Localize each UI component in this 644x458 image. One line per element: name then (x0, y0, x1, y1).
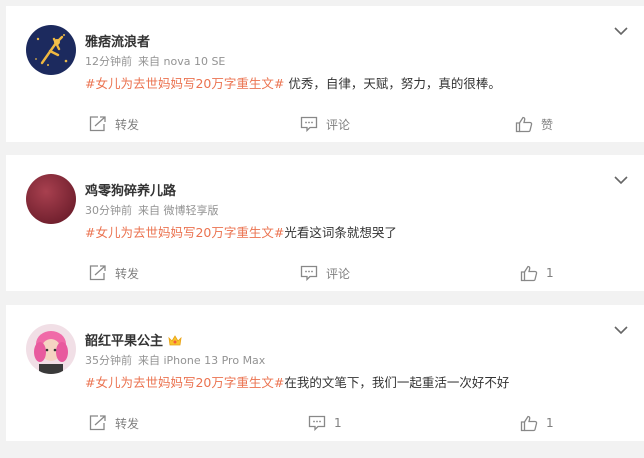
comment-card: 鸡零狗碎养儿路 30分钟前 来自 微博轻享版 #女儿为去世妈妈写20万字重生文#光… (6, 155, 644, 291)
username-text: 韶红平果公主 (85, 334, 164, 349)
avatar[interactable] (26, 25, 76, 75)
post-source: 来自 nova 10 SE (138, 55, 226, 68)
chevron-down-icon[interactable] (614, 170, 628, 185)
like-icon (520, 265, 546, 282)
share-label: 转发 (115, 266, 140, 281)
like-count: 1 (546, 266, 554, 280)
hashtag-link[interactable]: #女儿为去世妈妈写20万字重生文# (85, 225, 284, 240)
comment-body: 优秀，自律，天赋，努力，真的很棒。 (284, 76, 501, 91)
hashtag-link[interactable]: #女儿为去世妈妈写20万字重生文# (85, 375, 284, 390)
like-button[interactable]: 1 (520, 263, 554, 283)
comment-text: #女儿为去世妈妈写20万字重生文#在我的文笔下，我们一起重活一次好不好 (85, 372, 509, 391)
share-icon (89, 265, 115, 281)
share-icon (89, 116, 115, 132)
post-meta: 12分钟前 来自 nova 10 SE (85, 53, 225, 69)
comment-body: 光看这词条就想哭了 (284, 225, 397, 240)
like-count: 1 (546, 416, 554, 430)
like-button[interactable]: 1 (520, 413, 554, 433)
post-meta: 35分钟前 来自 iPhone 13 Pro Max (85, 352, 265, 368)
comment-text: #女儿为去世妈妈写20万字重生文# 优秀，自律，天赋，努力，真的很棒。 (85, 73, 501, 92)
comment-card: 雅痞流浪者 12分钟前 来自 nova 10 SE #女儿为去世妈妈写20万字重生… (6, 6, 644, 142)
comment-button[interactable]: 评论 (300, 263, 350, 283)
username[interactable]: 雅痞流浪者 (85, 31, 150, 50)
username[interactable]: 韶红平果公主 (85, 330, 182, 351)
comment-label: 评论 (326, 117, 351, 132)
comment-card: 韶红平果公主 35分钟前 来自 iPhone 13 Pro Max #女儿为去世妈… (6, 305, 644, 441)
post-time: 35分钟前 (85, 354, 132, 367)
share-label: 转发 (115, 416, 140, 431)
action-bar: 转发 评论 1 (6, 263, 644, 283)
avatar[interactable] (26, 174, 76, 224)
share-button[interactable]: 转发 (89, 413, 139, 433)
chevron-down-icon[interactable] (614, 320, 628, 335)
comment-text: #女儿为去世妈妈写20万字重生文#光看这词条就想哭了 (85, 222, 397, 241)
chevron-down-icon[interactable] (614, 21, 628, 36)
action-bar: 转发 评论 赞 (6, 114, 644, 134)
like-button[interactable]: 赞 (515, 114, 553, 134)
comment-button[interactable]: 评论 (300, 114, 350, 134)
username[interactable]: 鸡零狗碎养儿路 (85, 180, 176, 199)
comment-label: 评论 (326, 266, 351, 281)
share-button[interactable]: 转发 (89, 263, 139, 283)
comment-button[interactable]: 1 (308, 413, 342, 433)
share-icon (89, 415, 115, 431)
comment-count: 1 (334, 416, 342, 430)
post-time: 30分钟前 (85, 204, 132, 217)
share-label: 转发 (115, 117, 140, 132)
comment-icon (300, 265, 326, 281)
post-meta: 30分钟前 来自 微博轻享版 (85, 202, 219, 218)
comment-icon (300, 116, 326, 132)
action-bar: 转发 1 1 (6, 413, 644, 433)
post-source: 来自 iPhone 13 Pro Max (138, 354, 266, 367)
comment-feed: 雅痞流浪者 12分钟前 来自 nova 10 SE #女儿为去世妈妈写20万字重生… (0, 0, 644, 458)
like-label: 赞 (541, 117, 554, 132)
post-source: 来自 微博轻享版 (138, 204, 219, 217)
share-button[interactable]: 转发 (89, 114, 139, 134)
like-icon (520, 415, 546, 432)
comment-icon (308, 415, 334, 431)
hashtag-link[interactable]: #女儿为去世妈妈写20万字重生文# (85, 76, 284, 91)
crown-badge-icon (168, 335, 182, 351)
post-time: 12分钟前 (85, 55, 132, 68)
comment-body: 在我的文笔下，我们一起重活一次好不好 (284, 375, 510, 390)
like-icon (515, 116, 541, 133)
avatar[interactable] (26, 324, 76, 374)
